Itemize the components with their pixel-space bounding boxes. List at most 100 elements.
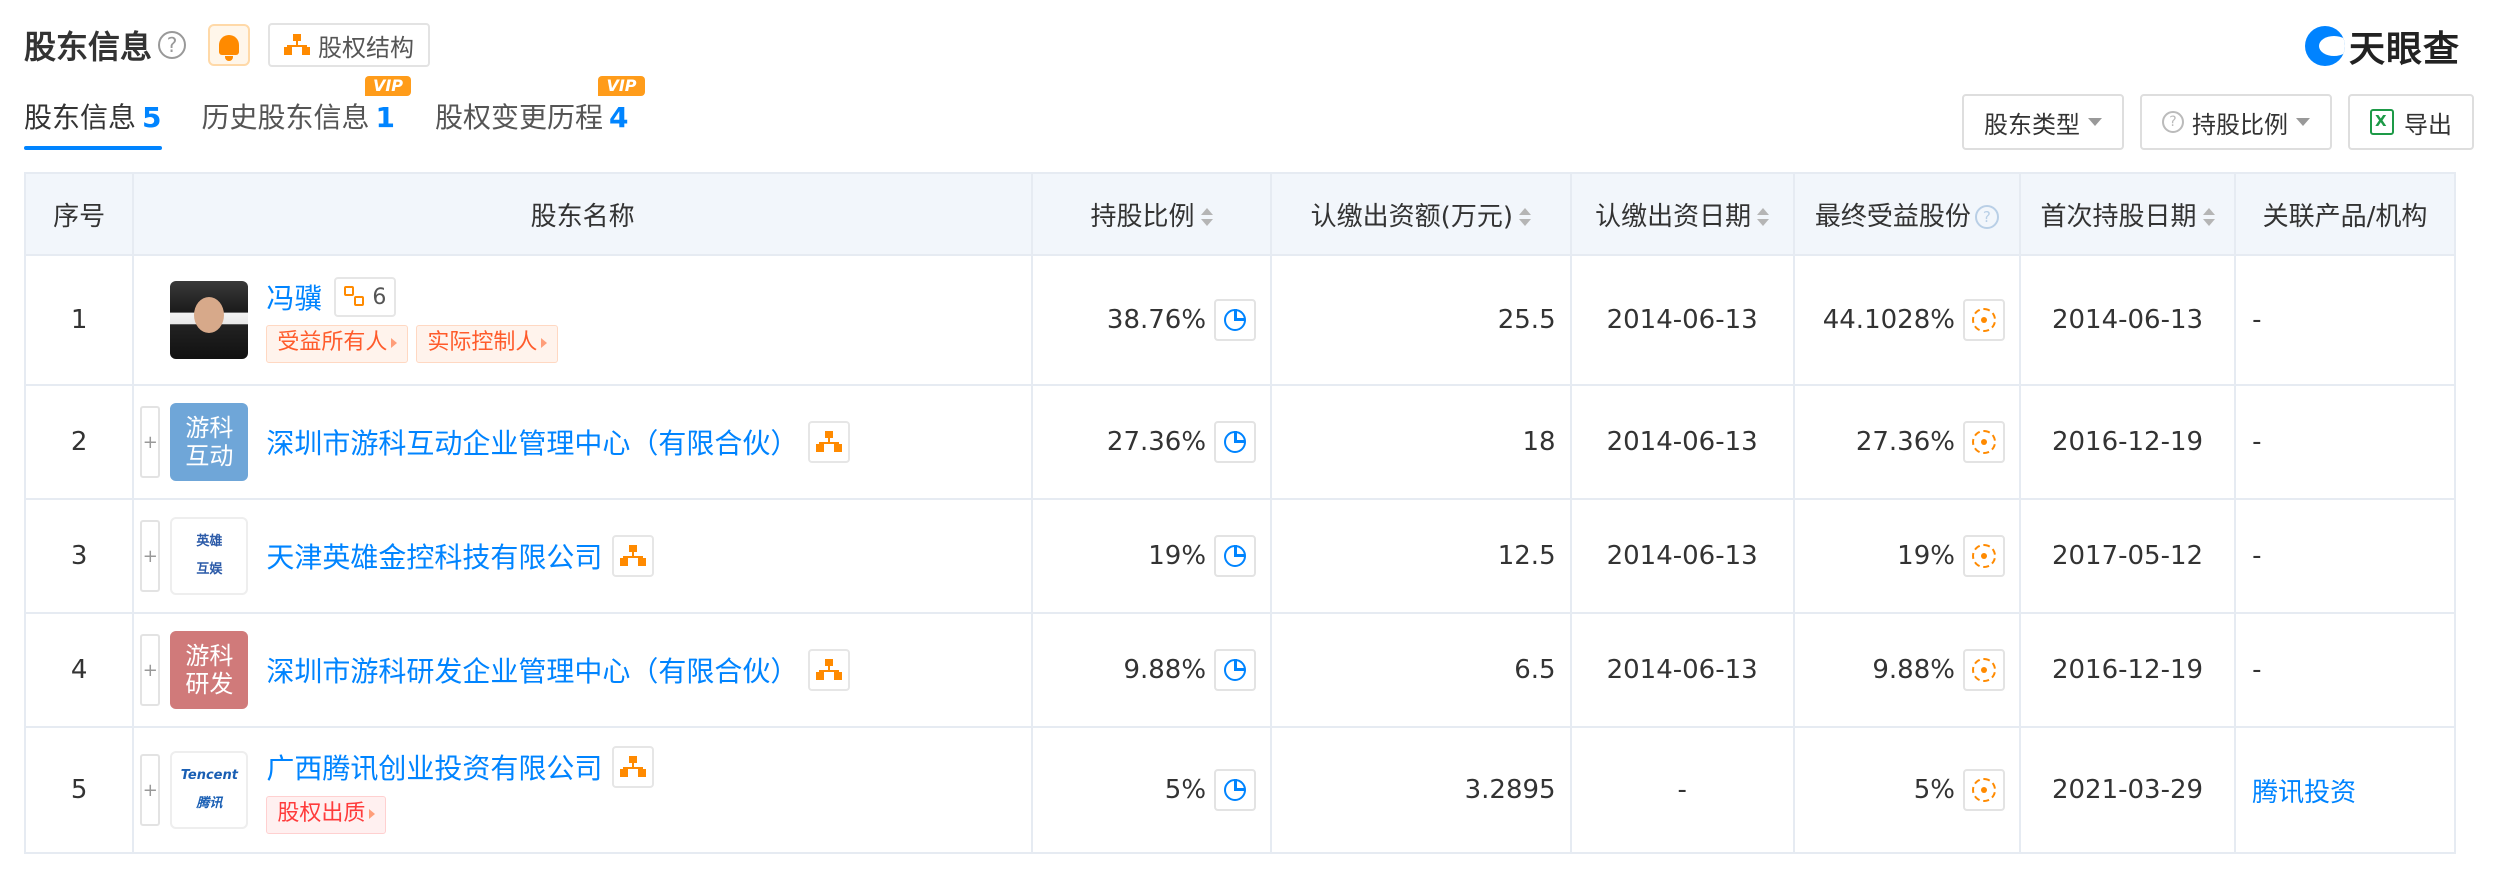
tab-label: 股权变更历程	[435, 101, 604, 134]
tag-beneficial-owner[interactable]: 受益所有人	[266, 325, 409, 363]
ratio-cell: 27.36%	[1031, 384, 1273, 500]
shareholder-name-cell: + Tencent 腾讯 广西腾讯创业投资有限公司 股权出质	[132, 726, 1034, 854]
pie-chart-button[interactable]	[1214, 769, 1257, 811]
penetration-button[interactable]	[1962, 421, 2005, 463]
follow-bell-button[interactable]	[208, 24, 251, 66]
tab-count: 1	[375, 101, 395, 134]
tab-shareholders[interactable]: 股东信息 5	[24, 96, 162, 150]
avatar	[170, 281, 249, 359]
ratio-value: 9.88%	[1123, 655, 1207, 685]
col-amount[interactable]: 认缴出资额(万元)	[1270, 172, 1572, 256]
vip-badge: VIP	[598, 76, 645, 96]
shareholder-name-cell: + 英雄 互娱 天津英雄金控科技有限公司	[132, 498, 1034, 614]
shareholder-name-link[interactable]: 天津英雄金控科技有限公司	[266, 536, 602, 576]
excel-icon	[2370, 109, 2394, 135]
org-structure-icon	[816, 659, 843, 681]
first-date-cell: 2016-12-19	[2018, 612, 2237, 728]
pie-chart-button[interactable]	[1214, 421, 1257, 463]
equity-structure-button[interactable]	[612, 535, 655, 577]
col-name: 股东名称	[132, 172, 1034, 256]
beneficial-value: 44.1028%	[1822, 305, 1955, 335]
section-title: 股东信息	[24, 28, 153, 66]
tab-equity-changes[interactable]: 股权变更历程 4 VIP	[435, 76, 645, 150]
holding-ratio-dropdown[interactable]: ? 持股比例	[2140, 94, 2332, 150]
expand-icon[interactable]: +	[140, 406, 161, 478]
tianyancha-logo: 天眼查	[2304, 20, 2460, 72]
pie-chart-button[interactable]	[1214, 299, 1257, 341]
tag-equity-pledge[interactable]: 股权出质	[266, 796, 387, 834]
related-cell: -	[2234, 384, 2456, 500]
beneficial-cell: 9.88%	[1792, 612, 2021, 728]
penetration-button[interactable]	[1962, 299, 2005, 341]
toolbar: 股东类型 ? 持股比例 导出	[1946, 94, 2474, 150]
shareholder-name-link[interactable]: 深圳市游科互动企业管理中心（有限合伙）	[266, 422, 798, 462]
tab-history-shareholders[interactable]: 历史股东信息 1 VIP	[202, 76, 411, 150]
shareholder-name-cell: 冯骥 6 受益所有人 实际控制人	[132, 254, 1034, 386]
dropdown-label: 持股比例	[2192, 110, 2288, 139]
col-sub-date[interactable]: 认缴出资日期	[1569, 172, 1795, 256]
table-header-row: 序号 股东名称 持股比例 认缴出资额(万元) 认缴出资日期 最终受益股份? 首次…	[23, 172, 2456, 256]
expand-icon[interactable]: +	[140, 520, 161, 592]
penetration-button[interactable]	[1962, 649, 2005, 691]
first-date-cell: 2016-12-19	[2018, 384, 2237, 500]
org-structure-icon	[620, 756, 647, 778]
export-button[interactable]: 导出	[2348, 94, 2474, 150]
tab-bar: 股东信息 5 历史股东信息 1 VIP 股权变更历程 4 VIP	[24, 76, 669, 150]
relation-icon	[344, 286, 366, 308]
row-index: 5	[23, 726, 135, 854]
shareholder-type-dropdown[interactable]: 股东类型	[1962, 94, 2124, 150]
beneficial-value: 5%	[1913, 775, 1955, 805]
first-date-cell: 2014-06-13	[2018, 254, 2237, 386]
shareholder-name-link[interactable]: 冯骥	[266, 277, 322, 317]
shareholder-name-link[interactable]: 深圳市游科研发企业管理中心（有限合伙）	[266, 650, 798, 690]
first-date-cell: 2017-05-12	[2018, 498, 2237, 614]
expand-icon[interactable]: +	[140, 754, 161, 826]
help-icon[interactable]: ?	[158, 31, 187, 59]
expand-icon[interactable]: +	[140, 634, 161, 706]
org-structure-icon	[284, 34, 311, 56]
equity-structure-button[interactable]	[808, 421, 851, 463]
col-ratio[interactable]: 持股比例	[1031, 172, 1273, 256]
ratio-value: 27.36%	[1106, 427, 1207, 457]
tag-actual-controller[interactable]: 实际控制人	[416, 325, 559, 363]
pie-chart-button[interactable]	[1214, 535, 1257, 577]
related-cell: -	[2234, 254, 2456, 386]
related-link[interactable]: 腾讯投资	[2234, 726, 2456, 854]
col-related: 关联产品/机构	[2234, 172, 2456, 256]
sort-icon	[1200, 208, 1213, 226]
penetration-icon	[1971, 778, 1996, 802]
equity-structure-button[interactable]	[808, 649, 851, 691]
help-icon: ?	[1974, 205, 1999, 229]
sort-icon	[2202, 208, 2215, 226]
sub-date-cell: 2014-06-13	[1569, 254, 1795, 386]
sort-icon	[1518, 208, 1531, 226]
row-index: 1	[23, 254, 135, 386]
shareholder-name-cell: + 游科 研发 深圳市游科研发企业管理中心（有限合伙）	[132, 612, 1034, 728]
org-structure-icon	[816, 431, 843, 453]
ratio-cell: 9.88%	[1031, 612, 1273, 728]
expand-placeholder	[140, 284, 160, 356]
pie-chart-button[interactable]	[1214, 649, 1257, 691]
penetration-button[interactable]	[1962, 769, 2005, 811]
export-label: 导出	[2404, 110, 2452, 139]
beneficial-value: 27.36%	[1855, 427, 1955, 457]
equity-structure-button[interactable]	[612, 746, 655, 788]
col-first-date[interactable]: 首次持股日期	[2018, 172, 2237, 256]
beneficial-value: 19%	[1897, 541, 1955, 571]
penetration-icon	[1971, 430, 1996, 454]
avatar: 英雄 互娱	[170, 517, 249, 595]
col-beneficial[interactable]: 最终受益股份?	[1792, 172, 2021, 256]
relation-count: 6	[372, 284, 387, 310]
penetration-icon	[1971, 658, 1996, 682]
related-cell: -	[2234, 612, 2456, 728]
relation-button[interactable]: 6	[334, 277, 397, 317]
pie-chart-icon	[1224, 309, 1247, 331]
shareholder-name-link[interactable]: 广西腾讯创业投资有限公司	[266, 747, 602, 787]
logo-text: 天眼查	[2348, 29, 2460, 70]
equity-structure-button[interactable]: 股权结构	[268, 23, 431, 67]
avatar: 游科 研发	[170, 631, 249, 709]
chevron-down-icon	[2296, 118, 2310, 126]
penetration-button[interactable]	[1962, 535, 2005, 577]
amount-cell: 12.5	[1270, 498, 1572, 614]
sub-date-cell: 2014-06-13	[1569, 498, 1795, 614]
